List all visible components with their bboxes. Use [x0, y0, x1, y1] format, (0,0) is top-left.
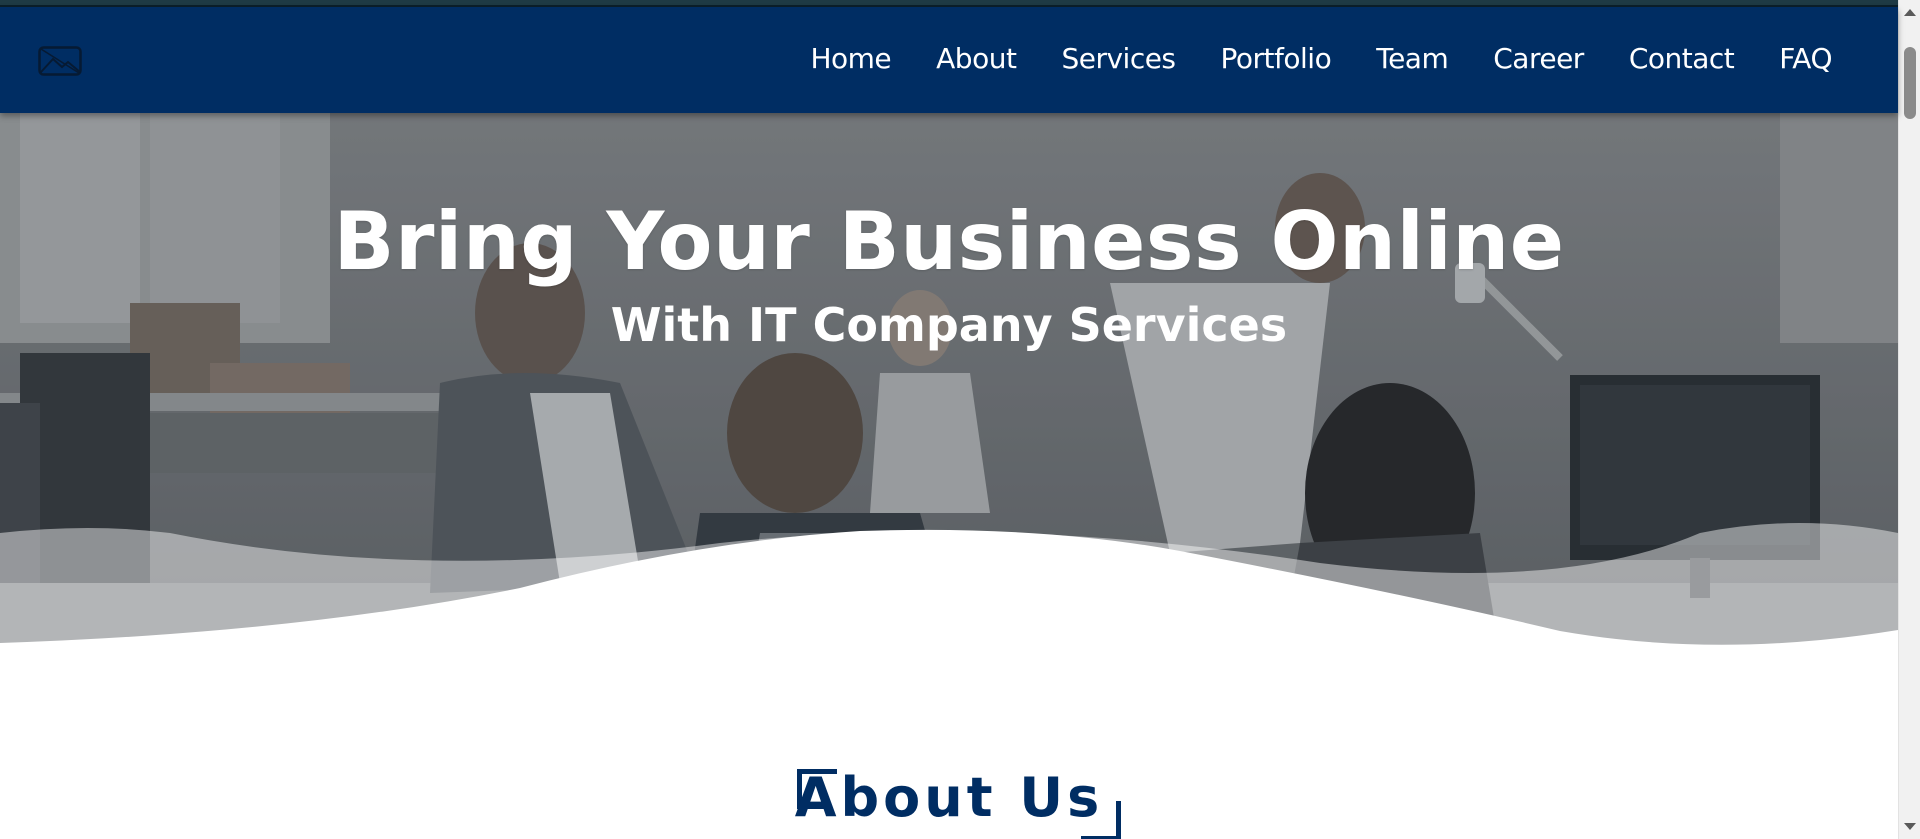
nav-home[interactable]: Home: [810, 33, 891, 85]
nav-team[interactable]: Team: [1376, 33, 1449, 85]
hero-section: Bring Your Business Online With IT Compa…: [0, 113, 1898, 654]
nav-about[interactable]: About: [936, 33, 1017, 85]
nav-faq[interactable]: FAQ: [1779, 33, 1832, 85]
broken-image-icon[interactable]: [38, 46, 82, 76]
scroll-up-arrow-icon[interactable]: [1904, 9, 1916, 16]
hero-wave-divider: [0, 523, 1898, 654]
nav-portfolio[interactable]: Portfolio: [1221, 33, 1332, 85]
about-heading: About Us: [794, 766, 1104, 829]
nav-contact[interactable]: Contact: [1629, 33, 1735, 85]
browser-top-edge: [0, 0, 1898, 7]
scroll-thumb[interactable]: [1904, 47, 1916, 119]
scroll-down-arrow-icon[interactable]: [1904, 823, 1916, 830]
nav-menu: Home About Services Portfolio Team Caree…: [765, 33, 1832, 85]
scrollbar[interactable]: [1898, 0, 1920, 839]
heading-bracket-bottom-right: [1081, 801, 1121, 839]
nav-career[interactable]: Career: [1493, 33, 1584, 85]
nav-services[interactable]: Services: [1061, 33, 1176, 85]
navbar: Home About Services Portfolio Team Caree…: [0, 7, 1898, 113]
